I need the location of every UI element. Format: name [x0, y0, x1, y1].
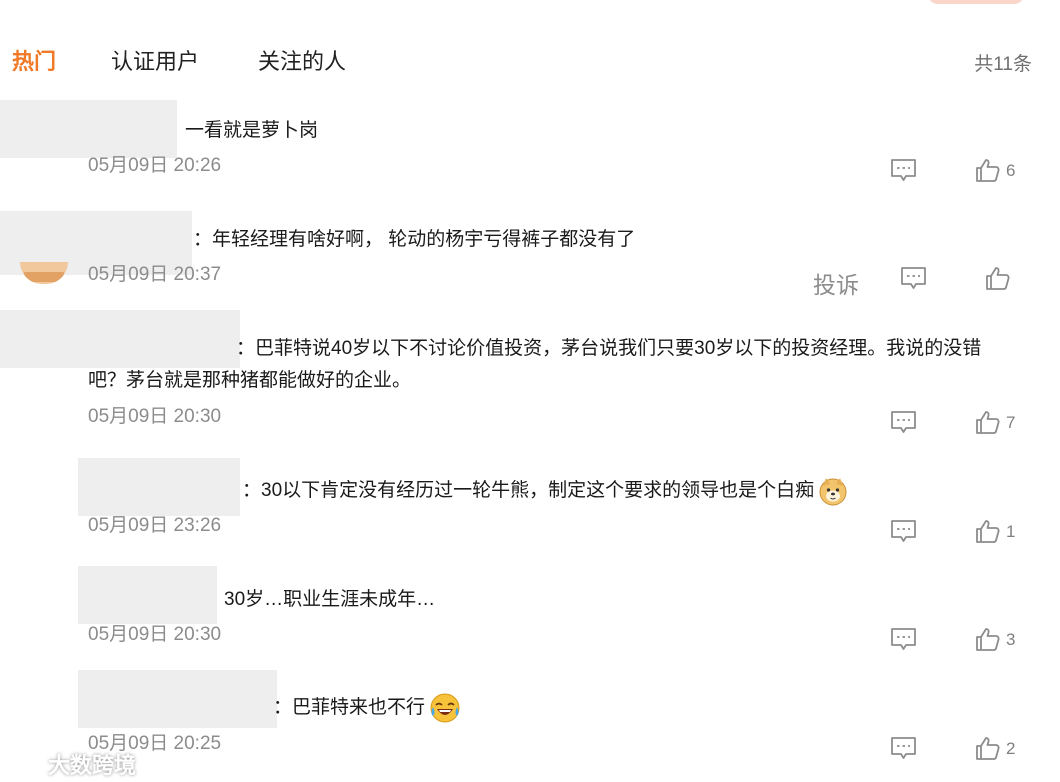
comment-icon [891, 628, 916, 650]
comment-time: 05月09日 20:30 [88, 406, 222, 427]
comment-icon [891, 520, 916, 542]
like-button[interactable]: 6 [975, 158, 1015, 183]
tab-verified-users[interactable]: 认证用户 [111, 44, 199, 76]
like-count: 6 [1006, 160, 1016, 180]
watermark-text: 大数跨境 [48, 753, 137, 778]
redacted-user-area [78, 670, 277, 728]
reply-button[interactable] [890, 736, 917, 761]
reply-button[interactable] [890, 519, 917, 544]
comment-text: 一看就是萝卜岗 [185, 120, 319, 141]
tab-following[interactable]: 关注的人 [258, 44, 346, 76]
thumbs-up-icon [976, 411, 1000, 434]
thumbs-up-icon [986, 267, 1010, 290]
comment-text: ：30以下肯定没有经历过一轮牛熊，制定这个要求的领导也是个白痴 [242, 480, 815, 501]
comment-text-row: ：30以下肯定没有经历过一轮牛熊，制定这个要求的领导也是个白痴 [242, 475, 848, 506]
comment-time: 05月09日 20:30 [88, 624, 222, 645]
redacted-user-area [0, 310, 240, 368]
comment-icon [891, 411, 916, 433]
thumbs-up-icon [976, 159, 1000, 182]
comment-icon [901, 267, 926, 289]
comment-count: 共11条 [974, 54, 1032, 75]
comment-time: 05月09日 20:26 [88, 155, 222, 176]
like-button[interactable] [985, 266, 1010, 291]
avatar [20, 262, 68, 284]
comment-text-row: ：巴菲特来也不行 [273, 692, 461, 724]
comment-time: 05月09日 20:37 [88, 264, 222, 285]
reply-button[interactable] [890, 410, 917, 435]
watermark: 大数跨境 [6, 748, 136, 780]
comment-text-line-1: ：巴菲特说40岁以下不讨论价值投资，茅台说我们只要30岁以下的投资经理。我说的没… [236, 338, 982, 359]
like-count: 1 [1006, 521, 1016, 541]
like-count: 7 [1006, 412, 1016, 432]
redacted-user-area [78, 566, 217, 624]
reply-button[interactable] [890, 627, 917, 652]
report-button[interactable]: 投诉 [813, 266, 859, 300]
thumbs-up-icon [976, 628, 1000, 651]
watermark-logo-icon [10, 756, 46, 772]
comment-icon [891, 159, 916, 181]
thumbs-up-icon [976, 737, 1000, 760]
reply-button[interactable] [900, 266, 927, 291]
like-button[interactable]: 3 [975, 627, 1015, 652]
laughing-crying-emoji [430, 693, 460, 723]
comment-text-line-2: 吧？茅台就是那种猪都能做好的企业。 [88, 370, 412, 391]
comment-text: ：年轻经理有啥好啊， 轮动的杨宇亏得裤子都没有了 [193, 229, 636, 250]
like-button[interactable]: 2 [975, 736, 1015, 761]
like-button[interactable]: 7 [975, 410, 1015, 435]
like-count: 3 [1006, 629, 1016, 649]
thumbs-up-icon [976, 520, 1000, 543]
like-count: 2 [1006, 738, 1016, 758]
comment-tabs: 热门 认证用户 关注的人 共11条 [0, 0, 1060, 100]
doge-emoji [819, 477, 847, 506]
comment-text: 30岁…职业生涯未成年… [224, 589, 436, 610]
comment-icon [891, 737, 916, 759]
reply-button[interactable] [890, 158, 917, 183]
redacted-user-area [78, 458, 240, 516]
comment-time: 05月09日 23:26 [88, 515, 222, 536]
redacted-user-area [0, 100, 177, 158]
comment-text: ：巴菲特来也不行 [273, 697, 426, 719]
tab-hot[interactable]: 热门 [12, 44, 56, 76]
like-button[interactable]: 1 [975, 519, 1015, 544]
